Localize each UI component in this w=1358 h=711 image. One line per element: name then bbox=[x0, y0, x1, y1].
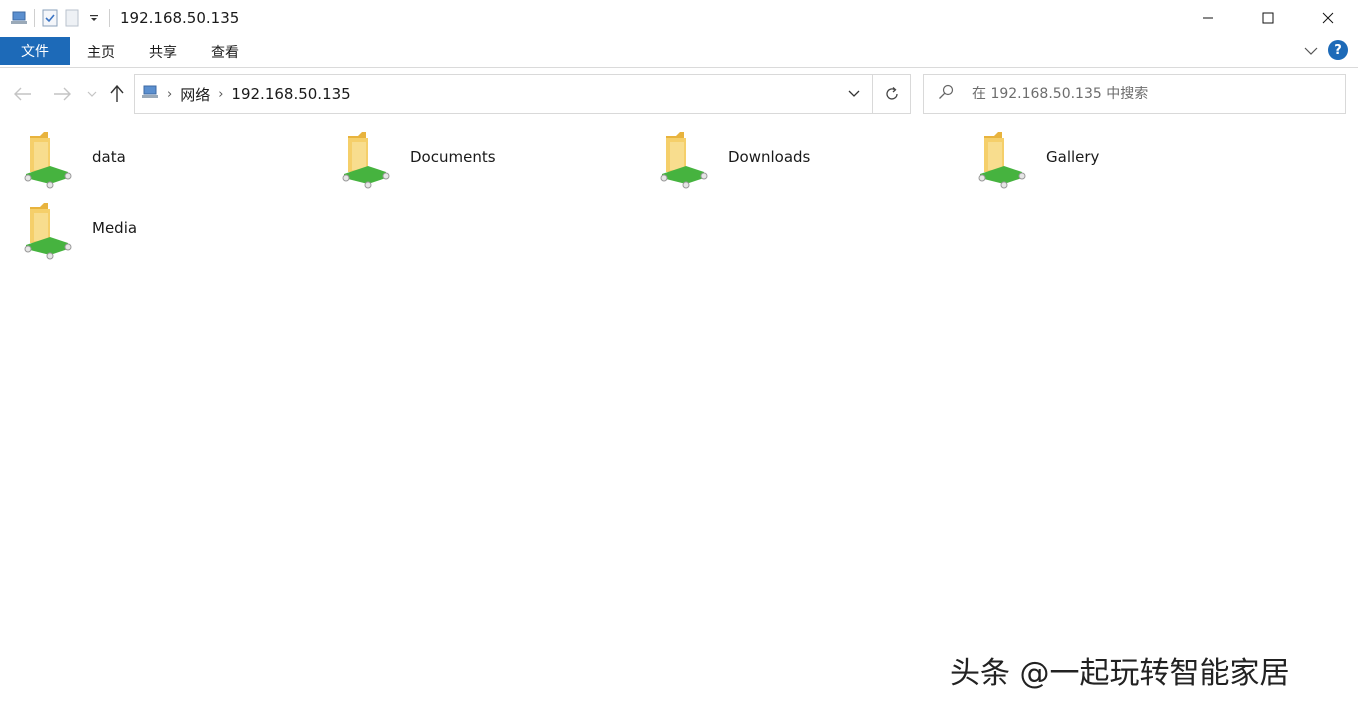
tab-view[interactable]: 查看 bbox=[194, 37, 256, 67]
network-computer-icon[interactable] bbox=[8, 7, 30, 29]
breadcrumb-host[interactable]: 192.168.50.135 bbox=[231, 85, 350, 103]
breadcrumb: › 网络 › 192.168.50.135 bbox=[135, 84, 836, 105]
new-folder-icon[interactable] bbox=[61, 7, 83, 29]
close-button[interactable] bbox=[1298, 0, 1358, 36]
breadcrumb-chevron-icon[interactable]: › bbox=[218, 87, 223, 102]
expand-ribbon-chevron-icon[interactable] bbox=[1304, 41, 1318, 60]
folder-item-documents[interactable]: Documents bbox=[322, 130, 622, 196]
network-share-folder-icon bbox=[660, 130, 718, 192]
refresh-icon bbox=[885, 87, 898, 100]
network-share-folder-icon bbox=[342, 130, 400, 192]
up-arrow-icon bbox=[110, 85, 124, 102]
network-share-folder-icon bbox=[24, 201, 82, 263]
search-box[interactable] bbox=[923, 74, 1346, 114]
network-location-icon bbox=[141, 84, 159, 104]
network-share-folder-icon bbox=[24, 130, 82, 192]
quick-access-toolbar bbox=[0, 0, 114, 36]
address-bar[interactable]: › 网络 › 192.168.50.135 bbox=[134, 74, 911, 114]
recent-locations-chevron-icon bbox=[87, 91, 97, 97]
folder-label: Downloads bbox=[728, 148, 811, 166]
window-controls bbox=[1178, 0, 1358, 36]
breadcrumb-network[interactable]: 网络 bbox=[180, 84, 210, 105]
forward-arrow-icon bbox=[54, 87, 71, 101]
folder-label: Documents bbox=[410, 148, 496, 166]
folder-label: Gallery bbox=[1046, 148, 1100, 166]
window-title: 192.168.50.135 bbox=[120, 9, 240, 27]
network-share-folder-icon bbox=[978, 130, 1036, 192]
minimize-icon bbox=[1203, 17, 1213, 19]
ribbon-tabs: 文件 主页 共享 查看 ? bbox=[0, 36, 1358, 68]
title-bar: 192.168.50.135 bbox=[0, 0, 1358, 36]
folder-item-downloads[interactable]: Downloads bbox=[640, 130, 940, 196]
tab-file[interactable]: 文件 bbox=[0, 36, 70, 65]
breadcrumb-chevron-icon[interactable]: › bbox=[167, 87, 172, 102]
search-input[interactable] bbox=[972, 86, 1332, 102]
file-list: data Documents Downloads Gallery Media bbox=[0, 122, 1358, 711]
ribbon-right-controls: ? bbox=[1304, 40, 1348, 60]
search-icon bbox=[938, 84, 954, 104]
close-icon bbox=[1322, 12, 1334, 24]
folder-item-data[interactable]: data bbox=[4, 130, 304, 196]
back-arrow-icon bbox=[14, 87, 31, 101]
back-button[interactable] bbox=[11, 82, 35, 106]
maximize-button[interactable] bbox=[1238, 0, 1298, 36]
maximize-icon bbox=[1262, 12, 1274, 24]
recent-locations-button[interactable] bbox=[80, 82, 104, 106]
refresh-button[interactable] bbox=[872, 75, 910, 113]
chevron-down-icon bbox=[848, 90, 860, 97]
folder-label: Media bbox=[92, 219, 138, 237]
qat-separator bbox=[34, 9, 35, 27]
navigation-bar: › 网络 › 192.168.50.135 bbox=[0, 68, 1358, 120]
help-button[interactable]: ? bbox=[1328, 40, 1348, 60]
customize-toolbar-dropdown-icon[interactable] bbox=[83, 7, 105, 29]
folder-item-media[interactable]: Media bbox=[4, 201, 304, 267]
tab-home[interactable]: 主页 bbox=[70, 37, 132, 67]
forward-button[interactable] bbox=[50, 82, 74, 106]
watermark: 头条 @一起玩转智能家居 bbox=[950, 656, 1290, 691]
tab-share[interactable]: 共享 bbox=[132, 37, 194, 67]
address-history-dropdown[interactable] bbox=[836, 75, 872, 113]
properties-icon[interactable] bbox=[39, 7, 61, 29]
minimize-button[interactable] bbox=[1178, 0, 1238, 36]
up-button[interactable] bbox=[105, 82, 129, 106]
folder-label: data bbox=[92, 148, 126, 166]
folder-item-gallery[interactable]: Gallery bbox=[958, 130, 1258, 196]
title-separator bbox=[109, 9, 110, 27]
